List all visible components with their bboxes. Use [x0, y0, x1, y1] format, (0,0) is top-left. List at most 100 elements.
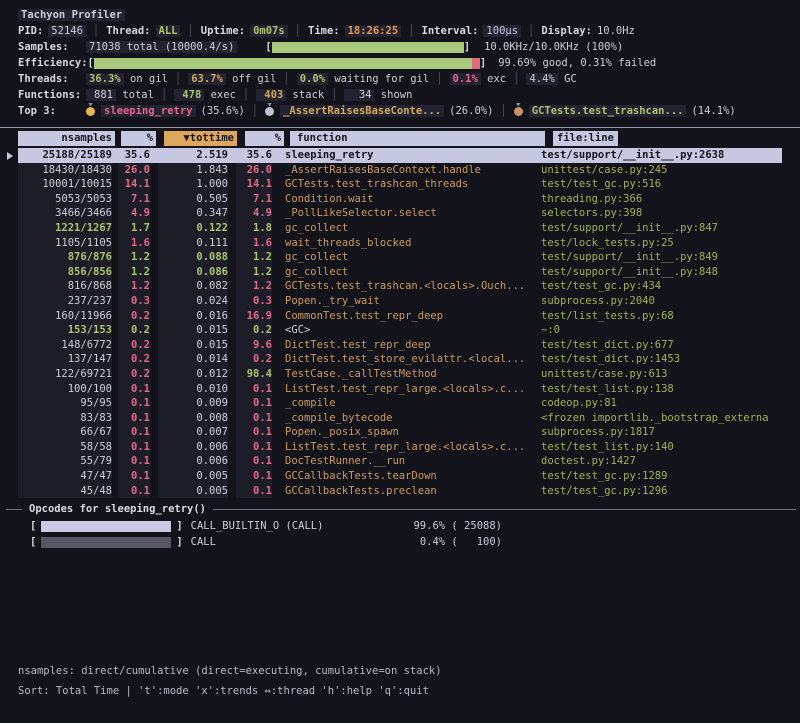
cell-function: <GC> — [278, 323, 533, 338]
cell-function: DocTestRunner.__run — [278, 454, 533, 469]
top3-entry-3-name[interactable]: GCTests.test_trashcan... — [529, 105, 687, 117]
table-row[interactable]: 3466/34664.90.3474.9_PollLikeSelector.se… — [18, 206, 782, 221]
cell-nsamples: 153/153 — [18, 323, 112, 338]
cell-nsamples: 856/856 — [18, 265, 112, 280]
top3-entry-2-name[interactable]: _AssertRaisesBaseConte... — [280, 105, 444, 117]
cell-tottime: 0.122 — [158, 221, 228, 236]
interval-value: 100µs — [483, 25, 521, 37]
samples-bar — [272, 42, 464, 53]
table-row[interactable]: 122/697210.20.01298.4TestCase._callTestM… — [18, 367, 782, 382]
cell-nsamples: 876/876 — [18, 250, 112, 265]
table-row[interactable]: 18430/1843026.01.84326.0_AssertRaisesBas… — [18, 163, 782, 178]
uptime-value: 0m07s — [250, 25, 288, 37]
top3-entry-2-pct: (26.0%) — [449, 105, 493, 117]
table-row[interactable]: 856/8561.20.0861.2gc_collecttest/support… — [18, 265, 782, 280]
samples-bar-fill — [272, 42, 464, 53]
table-row[interactable]: 237/2370.30.0240.3Popen._try_waitsubproc… — [18, 294, 782, 309]
display-value: 10.0Hz — [597, 25, 635, 37]
table-row[interactable]: 25188/2518935.62.51935.6sleeping_retryte… — [18, 148, 782, 163]
cell-tottime: 0.015 — [158, 338, 228, 353]
divider: │ — [93, 25, 99, 37]
table-row[interactable]: 876/8761.20.0881.2gc_collecttest/support… — [18, 250, 782, 265]
functions-shown-text: shown — [381, 89, 413, 101]
divider: │ — [528, 25, 534, 37]
table-row[interactable]: 160/119660.20.01616.9CommonTest.test_rep… — [18, 309, 782, 324]
table-row[interactable]: 95/950.10.0090.1_compilecodeop.py:81 — [18, 396, 782, 411]
table-row[interactable]: 816/8681.20.0821.2GCTests.test_trashcan.… — [18, 279, 782, 294]
gold-medal-icon — [86, 107, 95, 116]
cell-pct2: 0.1 — [236, 411, 272, 426]
table-row[interactable]: 1105/11051.60.1111.6wait_threads_blocked… — [18, 236, 782, 251]
cell-pct2: 0.1 — [236, 469, 272, 484]
top3-entry-1-name[interactable]: sleeping_retry — [101, 105, 196, 117]
cell-nsamples: 5053/5053 — [18, 192, 112, 207]
table-row[interactable]: 5053/50537.10.5057.1Condition.waitthread… — [18, 192, 782, 207]
cell-nsamples: 816/868 — [18, 279, 112, 294]
interval-label: Interval: — [422, 25, 479, 37]
table-row[interactable]: 137/1470.20.0140.2DictTest.test_store_ev… — [18, 352, 782, 367]
header-pct-2[interactable]: % — [245, 131, 284, 146]
functions-exec-text: exec — [211, 89, 236, 101]
table-row[interactable]: 148/67720.20.0159.6DictTest.test_repr_de… — [18, 338, 782, 353]
cell-pct2: 16.9 — [236, 309, 272, 324]
opcode-label: CALL_BUILTIN_O (CALL) — [191, 520, 324, 532]
samples-line: Samples: 71038 total (10000.4/s) [ ] 10.… — [18, 39, 800, 55]
table-row[interactable]: 10001/1001514.11.00014.1GCTests.test_tra… — [18, 177, 782, 192]
cell-tottime: 0.008 — [158, 411, 228, 426]
opcode-bar-call — [41, 537, 171, 548]
cell-function: TestCase._callTestMethod — [278, 367, 533, 382]
cell-nsamples: 47/47 — [18, 469, 112, 484]
cell-function: _compile — [278, 396, 533, 411]
table-row[interactable]: 55/790.10.0060.1DocTestRunner.__rundocte… — [18, 454, 782, 469]
table-header: nsamples % ▼tottime % function file:line — [18, 131, 782, 146]
cell-nsamples: 10001/10015 — [18, 177, 112, 192]
cell-nsamples: 237/237 — [18, 294, 112, 309]
cell-nsamples: 55/79 — [18, 454, 112, 469]
opcode-bar-fill — [41, 521, 171, 532]
display-label: Display: — [541, 25, 592, 37]
cell-tottime: 0.012 — [158, 367, 228, 382]
table-row[interactable]: 1221/12671.70.1221.8gc_collecttest/suppo… — [18, 221, 782, 236]
cell-function: GCCallbackTests.preclean — [278, 484, 533, 499]
functions-total: 881 — [86, 89, 116, 101]
cell-file: unittest/case.py:245 — [541, 163, 782, 178]
table-row[interactable]: 153/1530.20.0150.2<GC>~:0 — [18, 323, 782, 338]
cell-pct2: 1.2 — [236, 265, 272, 280]
cell-file: <frozen importlib._bootstrap_externa — [541, 411, 782, 426]
cell-function: gc_collect — [278, 221, 533, 236]
top3-entry-1-pct: (35.6%) — [201, 105, 245, 117]
functions-exec: 478 — [174, 89, 204, 101]
header-tottime-sorted[interactable]: ▼tottime — [164, 131, 237, 146]
table-row[interactable]: 100/1000.10.0100.1ListTest.test_repr_lar… — [18, 382, 782, 397]
efficiency-line: Efficiency:[ ] 99.69% good, 0.31% failed — [18, 55, 800, 71]
cell-function: ListTest.test_repr_large.<locals>.c... — [278, 382, 533, 397]
functions-stack-text: stack — [293, 89, 325, 101]
cell-pct1: 0.1 — [118, 440, 150, 455]
opcode-row: [ ] CALL_BUILTIN_O (CALL) 99.6% ( 25088) — [0, 518, 800, 534]
table-row[interactable]: 83/830.10.0080.1_compile_bytecode<frozen… — [18, 411, 782, 426]
header-nsamples[interactable]: nsamples — [18, 131, 115, 146]
cell-file: subprocess.py:2040 — [541, 294, 782, 309]
cell-nsamples: 25188/25189 — [18, 148, 112, 163]
cell-pct1: 7.1 — [118, 192, 150, 207]
table-row[interactable]: 66/670.10.0070.1Popen._posix_spawnsubpro… — [18, 425, 782, 440]
cell-file: test/list_tests.py:68 — [541, 309, 782, 324]
cell-tottime: 0.006 — [158, 440, 228, 455]
divider: │ — [161, 89, 167, 101]
cell-pct2: 0.3 — [236, 294, 272, 309]
table-row[interactable]: 58/580.10.0060.1ListTest.test_repr_large… — [18, 440, 782, 455]
header-pct-1[interactable]: % — [121, 131, 156, 146]
cell-tottime: 0.086 — [158, 265, 228, 280]
cell-file: doctest.py:1427 — [541, 454, 782, 469]
cell-pct1: 4.9 — [118, 206, 150, 221]
time-label: Time: — [308, 25, 340, 37]
header-function[interactable]: function — [290, 131, 545, 146]
table-row[interactable]: 45/480.10.0050.1GCCallbackTests.preclean… — [18, 484, 782, 499]
thread-value[interactable]: ALL — [156, 25, 181, 37]
cell-nsamples: 95/95 — [18, 396, 112, 411]
threads-on-gil-pct: 36.3% — [86, 73, 124, 85]
table-row[interactable]: 47/470.10.0050.1GCCallbackTests.tearDown… — [18, 469, 782, 484]
cell-function: _compile_bytecode — [278, 411, 533, 426]
cell-tottime: 0.088 — [158, 250, 228, 265]
header-file-line[interactable]: file:line — [553, 131, 618, 146]
